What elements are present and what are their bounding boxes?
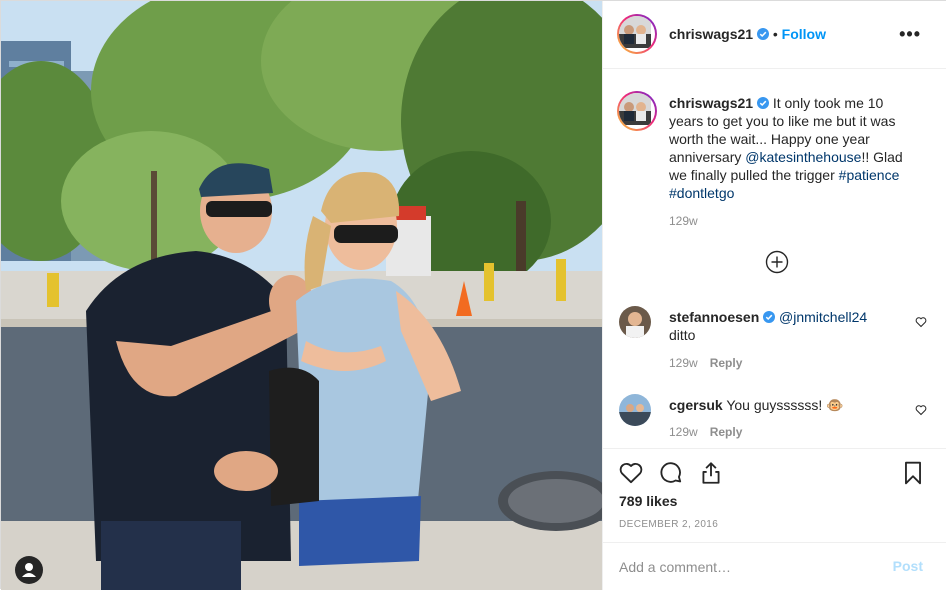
- caption-hashtag-patience[interactable]: #patience: [839, 167, 900, 183]
- comment-mention[interactable]: @jnmitchell24: [779, 309, 867, 325]
- comment-meta: 129w Reply: [669, 356, 742, 370]
- instagram-post: chriswags21 • Follow ••• chriswags21 It …: [0, 0, 946, 590]
- comment-avatar[interactable]: [619, 306, 651, 338]
- caption-age[interactable]: 129w: [669, 214, 698, 228]
- post-date[interactable]: DECEMBER 2, 2016: [619, 519, 718, 530]
- comment-meta: 129w Reply: [669, 425, 742, 439]
- comment-reply-button[interactable]: Reply: [710, 356, 743, 370]
- header-username[interactable]: chriswags21: [669, 26, 753, 42]
- comment-body: ditto: [669, 327, 696, 343]
- caption-avatar-image: [619, 93, 651, 125]
- comment-username[interactable]: stefannoesen: [669, 309, 759, 325]
- comment-text: stefannoesen @jnmitchell24 ditto: [669, 308, 899, 344]
- verified-badge-icon: [756, 28, 769, 40]
- post-side-panel: chriswags21 • Follow ••• chriswags21 It …: [602, 1, 946, 590]
- comments-section: chriswags21 It only took me 10 years to …: [603, 70, 946, 448]
- post-photo-image: [1, 1, 602, 590]
- verified-badge-icon: [763, 311, 776, 323]
- post-photo[interactable]: [1, 1, 602, 590]
- comment-like-heart-icon[interactable]: [915, 316, 927, 328]
- comment-username[interactable]: cgersuk: [669, 397, 723, 413]
- author-avatar[interactable]: [617, 14, 657, 54]
- tag-user-button[interactable]: [15, 556, 43, 584]
- load-more-comments-button[interactable]: [765, 250, 789, 274]
- share-icon[interactable]: [698, 460, 724, 486]
- comment-text: cgersuk You guyssssss! 🐵: [669, 396, 899, 414]
- author-avatar-image: [619, 16, 651, 48]
- follow-button[interactable]: Follow: [782, 26, 826, 42]
- load-more-comments-icon: [765, 250, 789, 274]
- comment-icon[interactable]: [658, 460, 684, 486]
- caption-avatar[interactable]: [617, 91, 657, 131]
- comment-row: stefannoesen @jnmitchell24 ditto 129w Rep…: [603, 306, 946, 372]
- caption-hashtag-dontletgo[interactable]: #dontletgo: [669, 185, 734, 201]
- comment-input[interactable]: [619, 557, 879, 577]
- add-comment-bar: Post: [603, 542, 946, 590]
- likes-count[interactable]: 789 likes: [619, 493, 677, 509]
- heart-icon[interactable]: [618, 460, 644, 486]
- comment-reply-button[interactable]: Reply: [710, 425, 743, 439]
- caption-username[interactable]: chriswags21: [669, 95, 753, 111]
- comment-like-heart-icon[interactable]: [915, 404, 927, 416]
- header-author-line: chriswags21 • Follow: [669, 26, 826, 42]
- verified-badge-icon: [756, 97, 769, 109]
- caption-text: chriswags21 It only took me 10 years to …: [669, 94, 919, 202]
- comment-avatar-image: [619, 306, 651, 338]
- comment-avatar-image: [619, 394, 651, 426]
- header-separator: •: [772, 26, 778, 42]
- comment-row: cgersuk You guyssssss! 🐵 129w Reply: [603, 394, 946, 446]
- more-options-icon[interactable]: •••: [899, 25, 921, 43]
- post-actions: 789 likes DECEMBER 2, 2016: [603, 448, 946, 542]
- bookmark-icon[interactable]: [900, 460, 926, 486]
- comment-age[interactable]: 129w: [669, 356, 698, 370]
- post-header: chriswags21 • Follow •••: [603, 1, 946, 69]
- comment-avatar[interactable]: [619, 394, 651, 426]
- caption-row: chriswags21 It only took me 10 years to …: [603, 91, 946, 231]
- comment-body: You guyssssss! 🐵: [722, 397, 844, 413]
- post-comment-button[interactable]: Post: [893, 558, 923, 574]
- caption-mention[interactable]: @katesinthehouse: [745, 149, 861, 165]
- user-tag-icon: [22, 563, 36, 577]
- comment-age[interactable]: 129w: [669, 425, 698, 439]
